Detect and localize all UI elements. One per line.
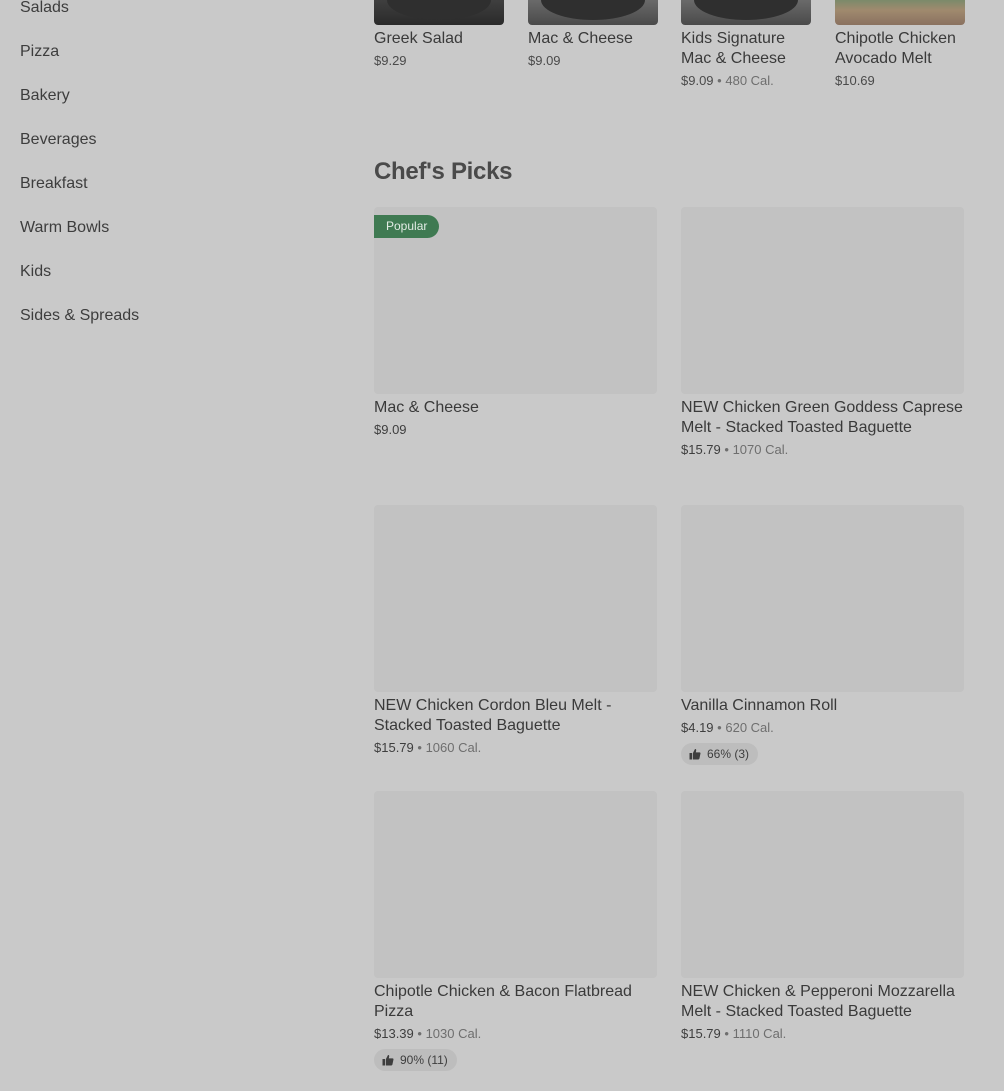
menu-item-card[interactable]: Kids Signature Mac & Cheese $9.09 • 480 …	[681, 0, 811, 89]
separator-dot: •	[724, 442, 729, 457]
sidebar-item-bakery[interactable]: Bakery	[20, 84, 320, 128]
item-meta: $15.79 • 1110 Cal.	[681, 1025, 964, 1042]
popular-badge: Popular	[374, 215, 440, 238]
menu-page: Salads Pizza Bakery Beverages Breakfast …	[0, 0, 1004, 1091]
sidebar-item-sides-spreads[interactable]: Sides & Spreads	[20, 304, 320, 348]
menu-item-card[interactable]: Chipotle Chicken & Bacon Flatbread Pizza…	[374, 791, 657, 1071]
item-meta: $15.79 • 1070 Cal.	[681, 441, 964, 458]
item-price: $4.19	[681, 720, 714, 735]
item-image	[374, 791, 657, 978]
section-title: Chef's Picks	[374, 158, 513, 185]
item-price: $15.79	[681, 1026, 721, 1041]
item-meta: $15.79 • 1060 Cal.	[374, 739, 657, 756]
item-image	[681, 0, 811, 25]
item-calories: 1060 Cal.	[425, 740, 482, 755]
item-price: $9.09	[374, 422, 407, 437]
category-sidebar: Salads Pizza Bakery Beverages Breakfast …	[20, 0, 320, 348]
item-price: $15.79	[681, 442, 721, 457]
item-calories: 620 Cal.	[725, 720, 774, 735]
item-name: Chipotle Chicken Avocado Melt	[835, 30, 956, 67]
separator-dot: •	[717, 720, 722, 735]
item-calories: 1070 Cal.	[732, 442, 789, 457]
item-price: $13.39	[374, 1026, 414, 1041]
separator-dot: •	[417, 1026, 422, 1041]
menu-item-card[interactable]: Vanilla Cinnamon Roll $4.19 • 620 Cal. 6…	[681, 505, 964, 765]
sidebar-item-breakfast[interactable]: Breakfast	[20, 172, 320, 216]
item-price: $10.69	[835, 73, 875, 88]
separator-dot: •	[717, 73, 722, 88]
menu-item-card[interactable]: Greek Salad $9.29	[374, 0, 504, 69]
item-image: Popular	[374, 207, 657, 394]
menu-item-card[interactable]: NEW Chicken & Pepperoni Mozzarella Melt …	[681, 791, 964, 1042]
item-price: $9.29	[374, 53, 407, 68]
item-image	[528, 0, 658, 25]
item-price: $9.09	[681, 73, 714, 88]
item-image	[681, 505, 964, 692]
sidebar-item-pizza[interactable]: Pizza	[20, 40, 320, 84]
menu-item-card[interactable]: NEW Chicken Cordon Bleu Melt - Stacked T…	[374, 505, 657, 756]
item-name: Vanilla Cinnamon Roll	[681, 697, 838, 714]
item-name: Chipotle Chicken & Bacon Flatbread Pizza	[374, 983, 632, 1020]
item-price: $15.79	[374, 740, 414, 755]
item-name: Greek Salad	[374, 30, 463, 47]
menu-item-card[interactable]: Chipotle Chicken Avocado Melt $10.69	[835, 0, 965, 89]
menu-item-card[interactable]: Popular Mac & Cheese $9.09	[374, 207, 657, 438]
item-name: NEW Chicken Green Goddess Caprese Melt -…	[681, 399, 963, 436]
separator-dot: •	[417, 740, 422, 755]
item-calories: 1030 Cal.	[425, 1026, 482, 1041]
item-name: Mac & Cheese	[528, 30, 633, 47]
thumbs-up-icon	[689, 748, 701, 760]
sidebar-item-beverages[interactable]: Beverages	[20, 128, 320, 172]
rating-value: 90% (11)	[400, 1053, 448, 1067]
item-meta: $9.09 • 480 Cal.	[681, 72, 811, 89]
item-image	[835, 0, 965, 25]
sidebar-item-warm-bowls[interactable]: Warm Bowls	[20, 216, 320, 260]
thumbs-up-icon	[382, 1054, 394, 1066]
rating-value: 66% (3)	[707, 747, 750, 761]
sidebar-item-salads[interactable]: Salads	[20, 0, 320, 40]
item-image	[681, 207, 964, 394]
item-name: Mac & Cheese	[374, 399, 479, 416]
item-name: NEW Chicken Cordon Bleu Melt - Stacked T…	[374, 697, 612, 734]
item-meta: $13.39 • 1030 Cal.	[374, 1025, 657, 1042]
item-image	[681, 791, 964, 978]
menu-item-card[interactable]: NEW Chicken Green Goddess Caprese Melt -…	[681, 207, 964, 458]
rating-badge: 66% (3)	[681, 743, 759, 765]
rating-badge: 90% (11)	[374, 1049, 457, 1071]
separator-dot: •	[724, 1026, 729, 1041]
item-image	[374, 505, 657, 692]
menu-item-card[interactable]: Mac & Cheese $9.09	[528, 0, 658, 69]
item-name: Kids Signature Mac & Cheese	[681, 30, 786, 67]
item-name: NEW Chicken & Pepperoni Mozzarella Melt …	[681, 983, 955, 1020]
item-calories: 480 Cal.	[725, 73, 774, 88]
item-meta: $4.19 • 620 Cal.	[681, 719, 964, 736]
item-price: $9.09	[528, 53, 561, 68]
item-calories: 1110 Cal.	[732, 1026, 787, 1041]
sidebar-item-kids[interactable]: Kids	[20, 260, 320, 304]
item-image	[374, 0, 504, 25]
